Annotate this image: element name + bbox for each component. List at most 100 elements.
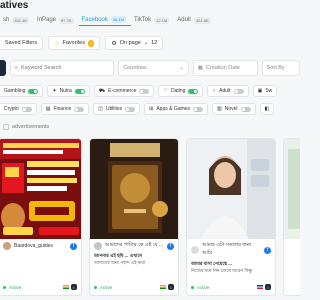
search-icon: ⌕ (14, 64, 19, 71)
category-more[interactable]: ◧ (259, 103, 275, 115)
toggle[interactable] (188, 88, 199, 94)
favorites-button[interactable]: ☆ Favorites 4 (48, 36, 101, 50)
search-input[interactable] (21, 65, 102, 71)
category-row-1: Gambling ✦ Nutra ⛟ E-commerce ♡ Dating ♀ Adu… (0, 85, 300, 97)
toggle[interactable] (125, 106, 136, 112)
page-title: atives (0, 0, 29, 11)
heart-icon: ♡ (163, 88, 168, 94)
chevron-down-icon: ⌄ (143, 40, 149, 46)
on-page-value: 12 (151, 40, 158, 46)
chip-label: Crypto (4, 106, 19, 112)
ad-card[interactable]: আমার এটা সকলের জন্য আমি f আমার বাসা পেয়… (186, 138, 276, 296)
category-adult[interactable]: ♀ Adult (207, 85, 249, 97)
ad-creative-image (187, 139, 275, 239)
saved-filters-label: Saved Filters (5, 40, 38, 46)
countries-label: Countries (123, 65, 147, 71)
ad-card[interactable]: Baardova_guides f Active i (0, 138, 82, 296)
ad-creative-image (284, 139, 300, 239)
filter-toggle-button[interactable] (0, 60, 6, 76)
ad-card-header: Baardova_guides f (0, 239, 81, 253)
ad-headline: আপনার এই ছবি ... এখানে (94, 253, 142, 258)
section-header: advertisements (3, 124, 49, 130)
creation-date-label: Creation Date (205, 65, 240, 71)
ad-card[interactable]: আমাদের পাতির কে এই যে ... f আপনার এই ছবি… (89, 138, 179, 296)
saved-filters-button[interactable]: Saved Filters (0, 36, 44, 50)
toggle[interactable] (139, 88, 150, 94)
pill-icon: ✦ (52, 88, 57, 94)
tab-tiktok[interactable]: TikTok 12.1M (131, 14, 174, 26)
ad-card[interactable]: f (283, 138, 300, 296)
source-tabs: sh 401.4K InPage 97.7K Facebook 38.1M TikTo… (0, 14, 300, 28)
category-dating[interactable]: ♡ Dating (158, 85, 204, 97)
ad-card-header: f (284, 239, 300, 252)
advertiser-name: আমার এটা সকলের জন্য আমি (202, 242, 252, 256)
ad-description: নিজের মনে নিন জেনে যাবেন কিন্তু (191, 268, 252, 273)
tab-label: Facebook (81, 16, 108, 23)
facebook-icon: f (167, 242, 174, 250)
on-page-label: On page (119, 40, 141, 46)
category-gambling[interactable]: Gambling (0, 85, 44, 97)
tab-label: sh (3, 17, 10, 23)
sort-by-select[interactable]: Sort By (261, 60, 300, 76)
calendar-icon: ▦ (197, 65, 203, 71)
tab-adult[interactable]: Adult 424.8K (174, 14, 215, 26)
chip-label: E-commerce (108, 88, 137, 94)
tab-count: 12.1M (154, 16, 170, 24)
category-finance[interactable]: ▤ Finance (40, 103, 90, 115)
gamepad-icon: ⊞ (149, 106, 154, 112)
chip-label: Finance (53, 106, 72, 112)
chevron-down-icon: ⌄ (179, 65, 184, 71)
tab-count: 424.8K (193, 16, 211, 24)
ad-card-grid: Baardova_guides f Active i আমাদের পাতির … (0, 138, 300, 300)
star-icon: ☆ (54, 40, 60, 47)
chip-label: Apps & Games (156, 106, 190, 112)
category-sweepstakes[interactable]: ▣ Sw (252, 85, 278, 97)
section-label: advertisements (12, 124, 50, 130)
gear-icon: ⚙ (111, 40, 117, 47)
chip-label: Nutra (59, 88, 72, 94)
status-dot (3, 285, 6, 289)
countries-select[interactable]: Countries ⌄ (118, 60, 189, 76)
chip-label: Dating (170, 88, 186, 94)
avatar (94, 242, 102, 250)
info-button[interactable]: i (265, 284, 271, 290)
tab-count: 401.4K (12, 16, 30, 24)
favorites-label: Favorites (62, 40, 86, 46)
on-page-select[interactable]: ⚙ On page ⌄ 12 (105, 36, 164, 50)
chip-label: Gambling (4, 88, 26, 94)
info-button[interactable]: i (71, 284, 77, 290)
page: atives sh 401.4K InPage 97.7K Facebook 38.1… (0, 0, 300, 300)
info-button[interactable]: i (168, 284, 174, 290)
creation-date-picker[interactable]: ▦ Creation Date (192, 60, 258, 76)
toggle[interactable] (240, 106, 251, 112)
toggle[interactable] (233, 88, 244, 94)
tab-push[interactable]: sh 401.4K (0, 14, 34, 26)
chip-label: Sw (265, 88, 273, 94)
toggle[interactable] (192, 106, 203, 112)
sort-by-label: Sort By (266, 65, 285, 71)
gift-icon: ▣ (257, 88, 263, 94)
category-utilities[interactable]: ◫ Utilities (93, 103, 141, 115)
ad-card-footer: Active i (3, 284, 77, 290)
ad-card-footer: Active i (191, 284, 271, 290)
category-novel[interactable]: ▥ Novel (211, 103, 256, 115)
category-apps-games[interactable]: ⊞ Apps & Games (144, 103, 208, 115)
search-field[interactable]: ⌕ (9, 60, 115, 76)
category-ecommerce[interactable]: ⛟ E-commerce (93, 85, 155, 97)
category-nutra[interactable]: ✦ Nutra (47, 85, 90, 97)
avatar (191, 246, 199, 254)
toolbar: Saved Filters ☆ Favorites 4 ⚙ On page ⌄ … (0, 36, 300, 50)
toggle[interactable] (74, 88, 85, 94)
ad-headline: আমার বাসা পেয়েছে ... (191, 261, 232, 266)
tab-inpage[interactable]: InPage 97.7K (34, 14, 78, 26)
tab-facebook[interactable]: Facebook 38.1M (78, 14, 131, 26)
select-all-checkbox[interactable] (3, 124, 9, 130)
ad-card-header: আমাদের পাতির কে এই যে ... f (90, 239, 178, 253)
ad-creative-image (90, 139, 178, 239)
category-crypto[interactable]: Crypto (0, 103, 37, 115)
toggle[interactable] (21, 106, 32, 112)
toggle[interactable] (74, 106, 85, 112)
ad-description: আমাদের জন্য পছন্দ এই কথা (94, 260, 146, 265)
toggle[interactable] (28, 88, 39, 94)
ad-creative-image (0, 139, 81, 239)
